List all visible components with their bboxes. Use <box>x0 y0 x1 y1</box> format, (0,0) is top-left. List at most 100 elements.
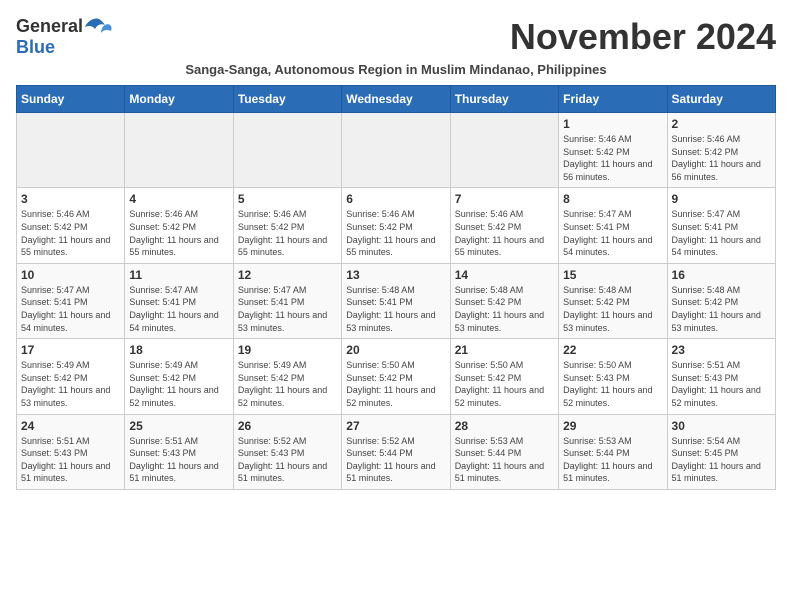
day-info: Sunrise: 5:53 AM Sunset: 5:44 PM Dayligh… <box>455 435 554 485</box>
calendar-cell: 2 Sunrise: 5:46 AM Sunset: 5:42 PM Daylig… <box>667 113 775 188</box>
day-number: 1 <box>563 117 662 131</box>
header-wednesday: Wednesday <box>342 86 450 113</box>
day-info: Sunrise: 5:46 AM Sunset: 5:42 PM Dayligh… <box>129 208 228 258</box>
day-info: Sunrise: 5:47 AM Sunset: 5:41 PM Dayligh… <box>672 208 771 258</box>
calendar-cell: 18Sunrise: 5:49 AM Sunset: 5:42 PM Dayli… <box>125 339 233 414</box>
header-monday: Monday <box>125 86 233 113</box>
calendar-cell: 1 Sunrise: 5:46 AM Sunset: 5:42 PM Daylig… <box>559 113 667 188</box>
calendar-body: 1 Sunrise: 5:46 AM Sunset: 5:42 PM Daylig… <box>17 113 776 490</box>
calendar-cell <box>233 113 341 188</box>
calendar-cell: 16 Sunrise: 5:48 AM Sunset: 5:42 PM Dayli… <box>667 263 775 338</box>
day-number: 23 <box>672 343 771 357</box>
calendar-cell: 4 Sunrise: 5:46 AM Sunset: 5:42 PM Daylig… <box>125 188 233 263</box>
calendar-cell: 21 Sunrise: 5:50 AM Sunset: 5:42 PM Dayli… <box>450 339 558 414</box>
day-info: Sunrise: 5:52 AM Sunset: 5:44 PM Dayligh… <box>346 435 445 485</box>
day-number: 6 <box>346 192 445 206</box>
calendar-header: Sunday Monday Tuesday Wednesday Thursday… <box>17 86 776 113</box>
calendar-cell: 9 Sunrise: 5:47 AM Sunset: 5:41 PM Daylig… <box>667 188 775 263</box>
calendar-cell <box>342 113 450 188</box>
calendar-cell: 25 Sunrise: 5:51 AM Sunset: 5:43 PM Dayli… <box>125 414 233 489</box>
calendar-cell: 19 Sunrise: 5:49 AM Sunset: 5:42 PM Dayli… <box>233 339 341 414</box>
day-number: 13 <box>346 268 445 282</box>
day-info: Sunrise: 5:46 AM Sunset: 5:42 PM Dayligh… <box>21 208 120 258</box>
calendar-cell: 28 Sunrise: 5:53 AM Sunset: 5:44 PM Dayli… <box>450 414 558 489</box>
day-number: 11 <box>129 268 228 282</box>
day-info: Sunrise: 5:47 AM Sunset: 5:41 PM Dayligh… <box>238 284 337 334</box>
day-number: 4 <box>129 192 228 206</box>
day-info: Sunrise: 5:48 AM Sunset: 5:42 PM Dayligh… <box>672 284 771 334</box>
header-sunday: Sunday <box>17 86 125 113</box>
header-thursday: Thursday <box>450 86 558 113</box>
calendar-table: Sunday Monday Tuesday Wednesday Thursday… <box>16 85 776 490</box>
day-number: 9 <box>672 192 771 206</box>
calendar-cell: 7 Sunrise: 5:46 AM Sunset: 5:42 PM Daylig… <box>450 188 558 263</box>
day-info: Sunrise: 5:47 AM Sunset: 5:41 PM Dayligh… <box>129 284 228 334</box>
calendar-week-4: 17 Sunrise: 5:49 AM Sunset: 5:42 PM Dayli… <box>17 339 776 414</box>
day-info: Sunrise: 5:46 AM Sunset: 5:42 PM Dayligh… <box>238 208 337 258</box>
day-number: 30 <box>672 419 771 433</box>
day-info: Sunrise: 5:52 AM Sunset: 5:43 PM Dayligh… <box>238 435 337 485</box>
calendar-cell: 15 Sunrise: 5:48 AM Sunset: 5:42 PM Dayli… <box>559 263 667 338</box>
calendar-cell: 17 Sunrise: 5:49 AM Sunset: 5:42 PM Dayli… <box>17 339 125 414</box>
calendar-cell: 27Sunrise: 5:52 AM Sunset: 5:44 PM Dayli… <box>342 414 450 489</box>
day-number: 10 <box>21 268 120 282</box>
day-info: Sunrise: 5:46 AM Sunset: 5:42 PM Dayligh… <box>455 208 554 258</box>
day-info: Sunrise: 5:51 AM Sunset: 5:43 PM Dayligh… <box>21 435 120 485</box>
day-info: Sunrise: 5:48 AM Sunset: 5:42 PM Dayligh… <box>563 284 662 334</box>
calendar-cell: 6Sunrise: 5:46 AM Sunset: 5:42 PM Daylig… <box>342 188 450 263</box>
day-info: Sunrise: 5:46 AM Sunset: 5:42 PM Dayligh… <box>672 133 771 183</box>
day-number: 22 <box>563 343 662 357</box>
calendar-cell: 30Sunrise: 5:54 AM Sunset: 5:45 PM Dayli… <box>667 414 775 489</box>
day-info: Sunrise: 5:49 AM Sunset: 5:42 PM Dayligh… <box>238 359 337 409</box>
calendar-cell: 22 Sunrise: 5:50 AM Sunset: 5:43 PM Dayli… <box>559 339 667 414</box>
day-number: 15 <box>563 268 662 282</box>
calendar-week-2: 3Sunrise: 5:46 AM Sunset: 5:42 PM Daylig… <box>17 188 776 263</box>
header-row: Sunday Monday Tuesday Wednesday Thursday… <box>17 86 776 113</box>
calendar-cell <box>450 113 558 188</box>
calendar-cell: 26 Sunrise: 5:52 AM Sunset: 5:43 PM Dayli… <box>233 414 341 489</box>
calendar-cell: 5Sunrise: 5:46 AM Sunset: 5:42 PM Daylig… <box>233 188 341 263</box>
header-tuesday: Tuesday <box>233 86 341 113</box>
day-info: Sunrise: 5:46 AM Sunset: 5:42 PM Dayligh… <box>563 133 662 183</box>
day-number: 7 <box>455 192 554 206</box>
logo-blue-text: Blue <box>16 37 55 58</box>
calendar-cell: 10Sunrise: 5:47 AM Sunset: 5:41 PM Dayli… <box>17 263 125 338</box>
day-number: 17 <box>21 343 120 357</box>
day-number: 2 <box>672 117 771 131</box>
day-info: Sunrise: 5:48 AM Sunset: 5:41 PM Dayligh… <box>346 284 445 334</box>
day-number: 26 <box>238 419 337 433</box>
day-number: 29 <box>563 419 662 433</box>
day-info: Sunrise: 5:50 AM Sunset: 5:43 PM Dayligh… <box>563 359 662 409</box>
day-info: Sunrise: 5:49 AM Sunset: 5:42 PM Dayligh… <box>21 359 120 409</box>
day-info: Sunrise: 5:48 AM Sunset: 5:42 PM Dayligh… <box>455 284 554 334</box>
day-number: 19 <box>238 343 337 357</box>
calendar-cell <box>17 113 125 188</box>
day-number: 24 <box>21 419 120 433</box>
logo-general-text: General <box>16 16 83 37</box>
logo: General Blue <box>16 16 113 58</box>
calendar-week-5: 24 Sunrise: 5:51 AM Sunset: 5:43 PM Dayli… <box>17 414 776 489</box>
calendar-cell <box>125 113 233 188</box>
day-number: 8 <box>563 192 662 206</box>
calendar-cell: 14 Sunrise: 5:48 AM Sunset: 5:42 PM Dayli… <box>450 263 558 338</box>
day-info: Sunrise: 5:47 AM Sunset: 5:41 PM Dayligh… <box>563 208 662 258</box>
day-number: 21 <box>455 343 554 357</box>
calendar-week-1: 1 Sunrise: 5:46 AM Sunset: 5:42 PM Daylig… <box>17 113 776 188</box>
calendar-cell: 24 Sunrise: 5:51 AM Sunset: 5:43 PM Dayli… <box>17 414 125 489</box>
day-number: 25 <box>129 419 228 433</box>
page-header: General Blue November 2024 <box>16 16 776 58</box>
subtitle: Sanga-Sanga, Autonomous Region in Muslim… <box>16 62 776 77</box>
calendar-cell: 13 Sunrise: 5:48 AM Sunset: 5:41 PM Dayli… <box>342 263 450 338</box>
day-number: 14 <box>455 268 554 282</box>
day-info: Sunrise: 5:53 AM Sunset: 5:44 PM Dayligh… <box>563 435 662 485</box>
calendar-cell: 11 Sunrise: 5:47 AM Sunset: 5:41 PM Dayli… <box>125 263 233 338</box>
calendar-week-3: 10 Sunrise: 5:47 AM Sunset: 5:41 PM Dayli… <box>17 263 776 338</box>
day-info: Sunrise: 5:50 AM Sunset: 5:42 PM Dayligh… <box>455 359 554 409</box>
calendar-cell: 3Sunrise: 5:46 AM Sunset: 5:42 PM Daylig… <box>17 188 125 263</box>
day-number: 20 <box>346 343 445 357</box>
day-number: 28 <box>455 419 554 433</box>
logo-bird-icon <box>85 17 113 37</box>
day-info: Sunrise: 5:51 AM Sunset: 5:43 PM Dayligh… <box>129 435 228 485</box>
day-number: 16 <box>672 268 771 282</box>
calendar-cell: 8 Sunrise: 5:47 AM Sunset: 5:41 PM Daylig… <box>559 188 667 263</box>
